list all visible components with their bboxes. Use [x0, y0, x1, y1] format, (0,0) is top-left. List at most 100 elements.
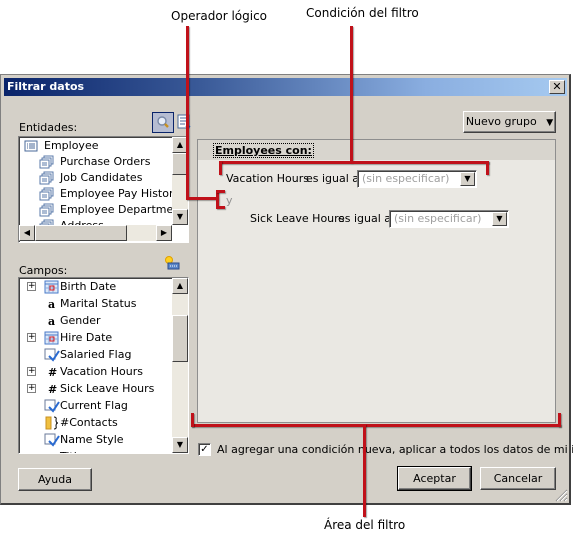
- ok-button[interactable]: Aceptar: [397, 466, 472, 491]
- svg-text:a: a: [48, 298, 55, 311]
- condition-value: (sin especificar): [362, 172, 450, 185]
- callout-line: [191, 424, 561, 427]
- entity-icon: [24, 140, 38, 152]
- condition-value: (sin especificar): [394, 212, 482, 225]
- cancel-button[interactable]: Cancelar: [480, 467, 556, 490]
- title-bar: Filtrar datos ✕: [4, 78, 567, 96]
- entities-list[interactable]: Employee Purchase Orders Job Candidates Emp…: [18, 136, 189, 243]
- search-entities-button[interactable]: [152, 112, 174, 133]
- callout-line: [186, 197, 218, 200]
- expand-icon[interactable]: +: [27, 282, 36, 291]
- scroll-down-button[interactable]: ▼: [172, 437, 188, 453]
- scroll-left-button[interactable]: ◀: [19, 225, 35, 241]
- field-item-label: Name Style: [60, 433, 124, 446]
- svg-text:#: #: [48, 366, 57, 379]
- related-entity-icon: [39, 155, 54, 169]
- field-item-label: Gender: [60, 314, 101, 327]
- svg-text:a: a: [48, 451, 55, 454]
- callout-line: [363, 424, 366, 517]
- condition-field[interactable]: Vacation Hours: [226, 172, 309, 185]
- scroll-right-button[interactable]: ▶: [156, 225, 172, 241]
- field-item[interactable]: Current Flag: [19, 398, 172, 414]
- fields-vertical-scrollbar[interactable]: ▲ ▼: [172, 278, 188, 453]
- condition-operator[interactable]: es igual a: [338, 212, 391, 225]
- logical-operator[interactable]: y: [226, 194, 233, 207]
- field-item[interactable]: a Gender: [19, 313, 172, 329]
- svg-text:a: a: [48, 315, 55, 328]
- text-field-icon: a: [48, 298, 55, 311]
- callout-filter-area: Área del filtro: [324, 518, 406, 532]
- field-item[interactable]: + Birth Date: [19, 279, 172, 295]
- date-icon: [44, 331, 59, 345]
- condition-value-combo[interactable]: (sin especificar) ▼: [357, 170, 477, 188]
- field-item-label: Birth Date: [60, 280, 117, 293]
- callout-line: [350, 26, 353, 163]
- entity-item-label: Job Candidates: [60, 171, 143, 184]
- number-icon: #: [48, 366, 57, 379]
- chevron-down-icon: ▼: [546, 118, 554, 128]
- condition-value-combo[interactable]: (sin especificar) ▼: [389, 210, 509, 228]
- list-view-icon: [177, 114, 191, 130]
- callout-line: [219, 161, 489, 164]
- entity-item[interactable]: Purchase Orders: [39, 154, 150, 170]
- new-group-button[interactable]: Nuevo grupo ▼: [463, 111, 556, 133]
- filter-group-header[interactable]: Employees con:: [198, 140, 555, 160]
- resize-grip-icon[interactable]: [555, 489, 568, 502]
- entities-label: Entidades:: [19, 121, 78, 134]
- entity-item[interactable]: Employee Department: [39, 202, 185, 218]
- entity-item[interactable]: Job Candidates: [39, 170, 142, 186]
- callout-line: [216, 206, 225, 209]
- scroll-thumb[interactable]: [172, 315, 188, 362]
- entities-horizontal-scrollbar[interactable]: ◀ ▶: [19, 225, 172, 241]
- entity-item[interactable]: Employee: [23, 138, 98, 154]
- field-item[interactable]: a Title: [19, 449, 172, 454]
- close-icon: ✕: [552, 80, 562, 93]
- entity-view-button[interactable]: [177, 114, 193, 131]
- field-item[interactable]: + Hire Date: [19, 330, 172, 346]
- fields-list[interactable]: + Birth Date a Marital Status a Gender + Hire D…: [18, 277, 189, 454]
- filter-area[interactable]: Employees con: Vacation Hours es igual a…: [197, 139, 556, 423]
- field-item[interactable]: Salaried Flag: [19, 347, 172, 363]
- expand-icon[interactable]: +: [27, 384, 36, 393]
- related-entity-icon: [39, 171, 54, 185]
- condition-operator[interactable]: es igual a: [306, 172, 359, 185]
- search-icon: [157, 116, 169, 128]
- field-item-label: Current Flag: [60, 399, 128, 412]
- field-item-label: Hire Date: [60, 331, 113, 344]
- expand-icon[interactable]: +: [27, 367, 36, 376]
- callout-logical-operator: Operador lógico: [171, 9, 268, 23]
- help-button[interactable]: Ayuda: [18, 468, 92, 491]
- boolean-icon: [44, 348, 60, 362]
- field-item-label: Marital Status: [60, 297, 137, 310]
- field-item[interactable]: + # Vacation Hours: [19, 364, 172, 380]
- chevron-down-icon[interactable]: ▼: [492, 212, 507, 226]
- aggregate-icon: [45, 416, 59, 430]
- callout-line: [558, 413, 561, 427]
- chevron-down-icon[interactable]: ▼: [460, 172, 475, 186]
- entity-item[interactable]: Employee Pay Histories: [39, 186, 189, 202]
- condition-field[interactable]: Sick Leave Hours: [250, 212, 344, 225]
- callout-line: [191, 413, 194, 427]
- checkmark-icon: ✓: [200, 444, 209, 455]
- callout-filter-condition: Condición del filtro: [306, 6, 419, 20]
- scroll-up-button[interactable]: ▲: [172, 278, 188, 294]
- filter-group-title[interactable]: Employees con:: [213, 143, 314, 158]
- entity-item-label: Employee Pay Histories: [60, 187, 189, 200]
- apply-all-checkbox[interactable]: ✓: [198, 443, 211, 456]
- h-scroll-thumb[interactable]: [35, 225, 127, 241]
- close-button[interactable]: ✕: [549, 80, 565, 94]
- entity-item-label: Employee Department: [60, 203, 185, 216]
- field-item[interactable]: Name Style: [19, 432, 172, 448]
- new-field-button[interactable]: [164, 255, 180, 271]
- callout-line: [216, 190, 225, 193]
- entity-item-label: Employee: [44, 139, 99, 152]
- scroll-down-button[interactable]: ▼: [172, 209, 188, 225]
- apply-all-label[interactable]: Al agregar una condición nueva, aplicar …: [217, 443, 573, 456]
- field-item[interactable]: a Marital Status: [19, 296, 172, 312]
- new-group-label: Nuevo grupo: [465, 115, 537, 128]
- expand-icon[interactable]: +: [27, 333, 36, 342]
- svg-text:#: #: [48, 383, 57, 396]
- field-item[interactable]: #Contacts: [19, 415, 172, 431]
- filter-condition-row: Vacation Hours es igual a (sin especific…: [226, 169, 486, 189]
- field-item[interactable]: + # Sick Leave Hours: [19, 381, 172, 397]
